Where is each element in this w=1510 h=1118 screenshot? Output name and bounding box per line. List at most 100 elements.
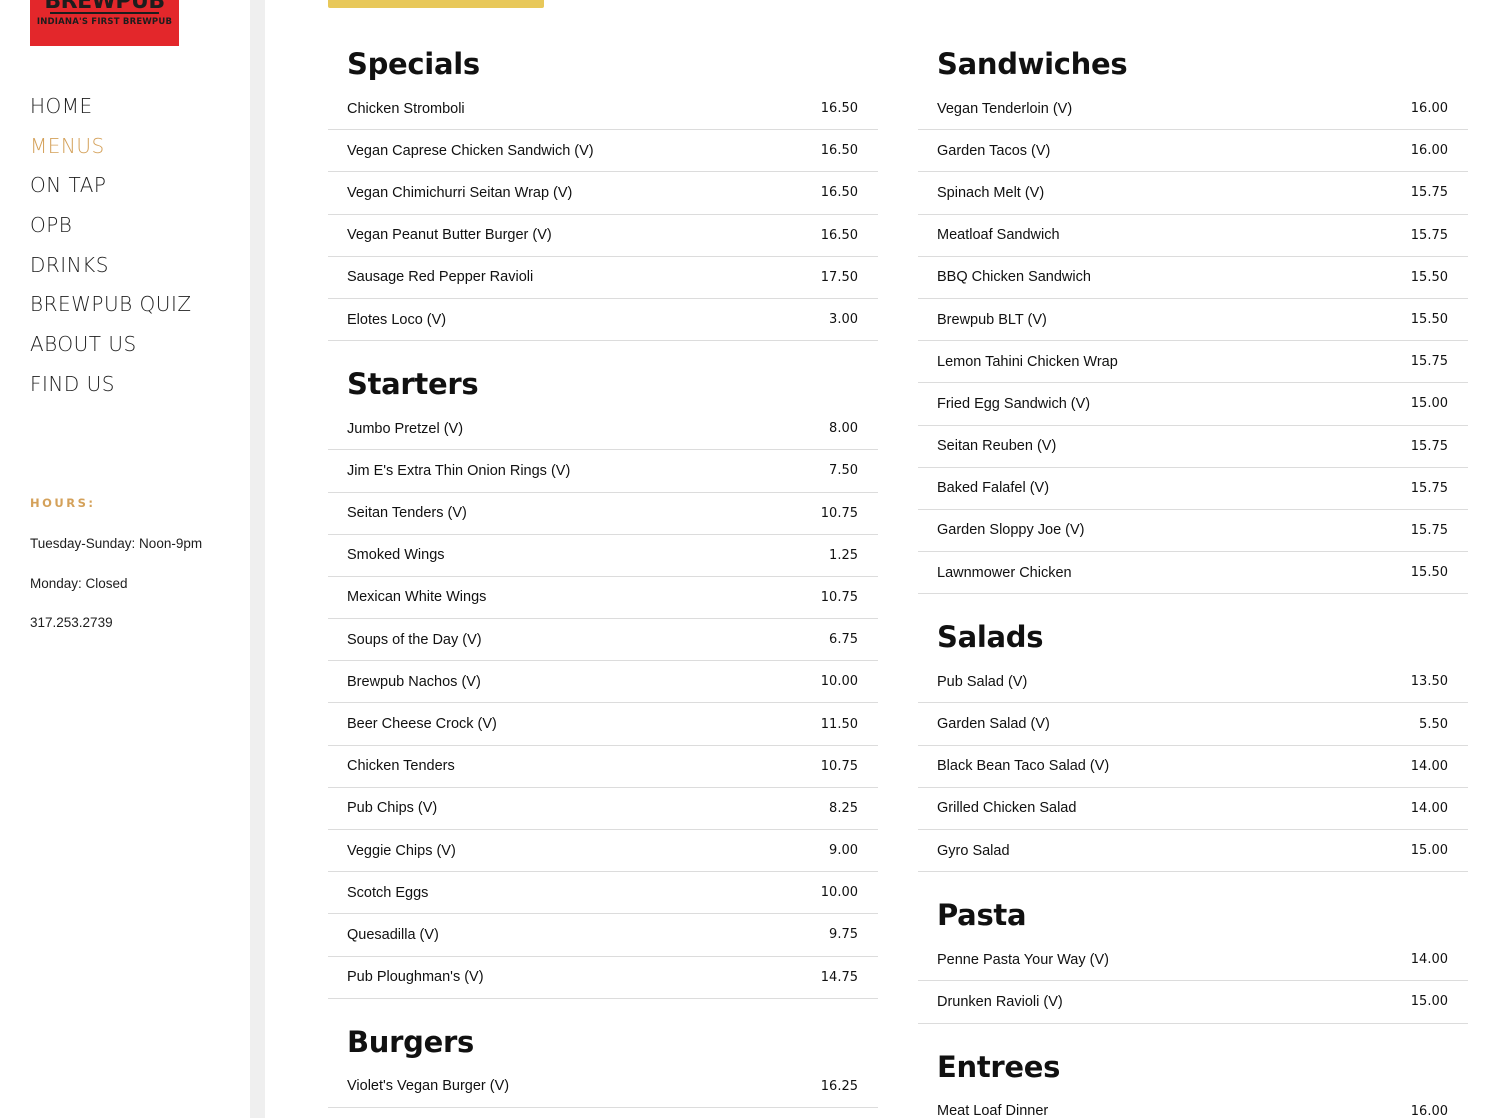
menu-item[interactable]: Smoked Wings 1.25	[328, 535, 878, 577]
menu-item-price: 15.75	[1410, 354, 1448, 370]
sidebar: BREWPUB INDIANA'S FIRST BREWPUB HOME MENU…	[0, 0, 250, 1118]
menu-item-name: Soups of the Day (V)	[347, 631, 482, 648]
menu-item-price: 14.00	[1410, 952, 1448, 968]
menu-item[interactable]: Brewpub Nachos (V) 10.00	[328, 661, 878, 704]
menu-item-price: 16.50	[820, 143, 858, 159]
menu-item[interactable]: Garden Salad (V) 5.50	[918, 703, 1468, 746]
menu-item-price: 14.00	[1410, 758, 1448, 774]
menu-item[interactable]: Veggie Chips (V) 9.00	[328, 830, 878, 873]
menu-item-name: Garden Sloppy Joe (V)	[937, 522, 1085, 539]
menu-item-name: Pub Ploughman's (V)	[347, 969, 484, 986]
menu-item-name: Black Bean Taco Salad (V)	[937, 758, 1110, 775]
menu-item[interactable]: Penne Pasta Your Way (V) 14.00	[918, 939, 1468, 982]
section-title-pasta: Pasta	[937, 898, 1027, 933]
menu-item-price: 1.25	[829, 547, 858, 563]
menu-item[interactable]: Meatloaf Sandwich 15.75	[918, 215, 1468, 257]
menu-item-name: Jim E's Extra Thin Onion Rings (V)	[347, 462, 571, 479]
menu-item-price: 5.50	[1419, 716, 1448, 732]
menu-item[interactable]: Meat Loaf Dinner 16.00	[918, 1091, 1468, 1118]
nav-item-drinks[interactable]: DRINKS	[30, 252, 192, 292]
menu-item[interactable]: Black Bean Taco Salad (V) 14.00	[918, 746, 1468, 788]
menu-item-price: 6.75	[829, 632, 858, 648]
menu-item[interactable]: Seitan Tenders (V) 10.75	[328, 493, 878, 535]
nav-item-about-us[interactable]: ABOUT US	[30, 331, 192, 371]
menu-item[interactable]: Vegan Chimichurri Seitan Wrap (V) 16.50	[328, 172, 878, 215]
menu-item[interactable]: Pub Ploughman's (V) 14.75	[328, 957, 878, 999]
menu-item[interactable]: Jim E's Extra Thin Onion Rings (V) 7.50	[328, 450, 878, 493]
hours-weekdays: Tuesday-Sunday: Noon-9pm	[30, 536, 203, 551]
menu-tab-button[interactable]	[328, 0, 544, 8]
logo-tagline: INDIANA'S FIRST BREWPUB	[36, 17, 173, 27]
menu-item-name: Vegan Peanut Butter Burger (V)	[347, 227, 552, 244]
menu-item-name: Seitan Reuben (V)	[937, 438, 1057, 455]
menu-item[interactable]: Violet's Vegan Burger (V) 16.25	[328, 1066, 878, 1108]
menu-item[interactable]: Lemon Tahini Chicken Wrap 15.75	[918, 341, 1468, 384]
menu-item[interactable]: Drunken Ravioli (V) 15.00	[918, 981, 1468, 1024]
menu-item-name: Chicken Tenders	[347, 758, 455, 775]
menu-item[interactable]: Vegan Peanut Butter Burger (V) 16.50	[328, 215, 878, 257]
menu-item[interactable]: Pub Chips (V) 8.25	[328, 788, 878, 830]
menu-item[interactable]: Lawnmower Chicken 15.50	[918, 552, 1468, 595]
nav-item-opb[interactable]: OPB	[30, 212, 192, 252]
menu-item-name: Brewpub Nachos (V)	[347, 673, 481, 690]
menu-item-name: Gyro Salad	[937, 842, 1010, 859]
menu-item[interactable]: Grilled Chicken Salad 14.00	[918, 788, 1468, 830]
menu-item[interactable]: Mexican White Wings 10.75	[328, 577, 878, 620]
menu-item-name: Fried Egg Sandwich (V)	[937, 395, 1091, 412]
menu-item-name: Meatloaf Sandwich	[937, 227, 1060, 244]
menu-item[interactable]: Jumbo Pretzel (V) 8.00	[328, 408, 878, 451]
menu-item[interactable]: Soups of the Day (V) 6.75	[328, 619, 878, 662]
menu-item-price: 10.00	[820, 674, 858, 690]
menu-item-price: 15.75	[1410, 522, 1448, 538]
menu-item[interactable]: Sausage Red Pepper Ravioli 17.50	[328, 257, 878, 299]
menu-item[interactable]: Spinach Melt (V) 15.75	[918, 172, 1468, 215]
menu-item-price: 8.25	[829, 800, 858, 816]
menu-item[interactable]: Garden Sloppy Joe (V) 15.75	[918, 510, 1468, 553]
menu-item[interactable]: Chicken Tenders 10.75	[328, 746, 878, 788]
menu-item[interactable]: Scotch Egg Burger16.00	[328, 1108, 878, 1118]
menu-item-price: 7.50	[829, 463, 858, 479]
menu-item[interactable]: Seitan Reuben (V) 15.75	[918, 426, 1468, 468]
menu-item-name: Chicken Stromboli	[347, 100, 465, 117]
menu-item[interactable]: Vegan Caprese Chicken Sandwich (V) 16.50	[328, 130, 878, 173]
menu-item-price: 15.50	[1410, 312, 1448, 328]
menu-column-left: Specials Chicken Stromboli 16.50 Vegan Capr…	[328, 40, 878, 1118]
menu-item[interactable]: Garden Tacos (V) 16.00	[918, 130, 1468, 173]
menu-item[interactable]: BBQ Chicken Sandwich 15.50	[918, 257, 1468, 299]
menu-item[interactable]: Brewpub BLT (V) 15.50	[918, 299, 1468, 342]
nav-item-find-us[interactable]: FIND US	[30, 371, 192, 411]
menu-item-price: 9.75	[829, 927, 858, 943]
nav-item-home[interactable]: HOME	[30, 93, 192, 133]
menu-item-price: 16.00	[1410, 143, 1448, 159]
menu-item[interactable]: Pub Salad (V) 13.50	[918, 661, 1468, 704]
phone-number[interactable]: 317.253.2739	[30, 615, 113, 630]
menu-item[interactable]: Baked Falafel (V) 15.75	[918, 468, 1468, 510]
section-title-sandwiches: Sandwiches	[937, 47, 1128, 81]
menu-item[interactable]: Fried Egg Sandwich (V) 15.00	[918, 383, 1468, 426]
menu-item[interactable]: Chicken Stromboli 16.50	[328, 88, 878, 131]
nav-item-brewpub-quiz[interactable]: BREWPUB QUIZ	[30, 291, 192, 331]
menu-item[interactable]: Beer Cheese Crock (V) 11.50	[328, 703, 878, 746]
menu-list: Meat Loaf Dinner 16.00	[918, 1091, 1468, 1118]
menu-item[interactable]: Elotes Loco (V) 3.00	[328, 299, 878, 342]
nav-item-on-tap[interactable]: ON TAP	[30, 172, 192, 212]
menu-item-price: 14.75	[820, 969, 858, 985]
section-title-starters: Starters	[347, 367, 479, 402]
menu-item-name: Vegan Caprese Chicken Sandwich (V)	[347, 142, 594, 159]
menu-item[interactable]: Vegan Tenderloin (V) 16.00	[918, 88, 1468, 131]
brewpub-logo[interactable]: BREWPUB INDIANA'S FIRST BREWPUB	[30, 0, 179, 46]
nav-item-menus[interactable]: MENUS	[30, 133, 192, 173]
menu-item[interactable]: Gyro Salad 15.00	[918, 830, 1468, 873]
menu-item-price: 9.00	[829, 843, 858, 859]
menu-item-price: 17.50	[820, 269, 858, 285]
menu-item-price: 10.75	[820, 758, 858, 774]
menu-item-price: 14.00	[1410, 800, 1448, 816]
menu-item-price: 3.00	[829, 312, 858, 328]
menu-item-price: 15.50	[1410, 565, 1448, 581]
section-title-burgers: Burgers	[347, 1024, 474, 1059]
menu-item[interactable]: Scotch Eggs 10.00	[328, 872, 878, 915]
menu-item[interactable]: Quesadilla (V) 9.75	[328, 914, 878, 957]
menu-item-price: 16.50	[820, 185, 858, 201]
menu-list: Pub Salad (V) 13.50 Garden Salad (V) 5.50 Bl…	[918, 661, 1468, 873]
